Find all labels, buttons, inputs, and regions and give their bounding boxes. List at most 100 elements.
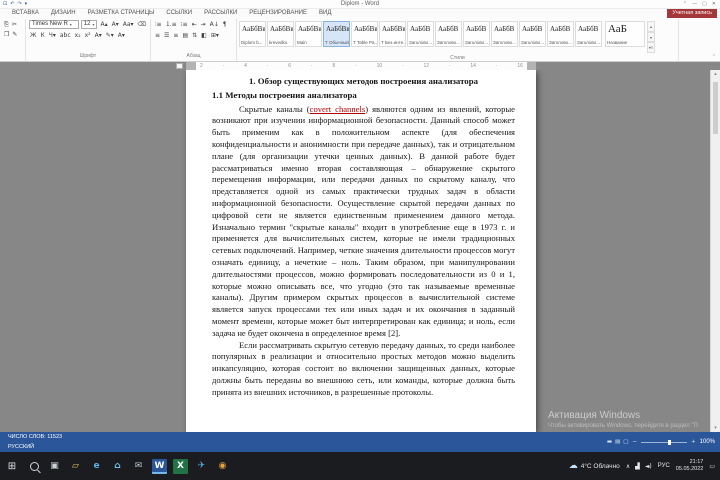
underline-button[interactable]: Ч▾ xyxy=(48,31,57,40)
save-button[interactable]: ⊡ xyxy=(3,0,7,8)
style-tile[interactable]: АаБбВвГ, Т Table Pa... xyxy=(351,21,378,47)
ribbon-tab[interactable]: ДИЗАЙН xyxy=(45,8,82,19)
mail-icon[interactable]: ✉ xyxy=(131,459,146,474)
align-left-button[interactable]: ≡ xyxy=(154,31,161,40)
change-case-button[interactable]: Аа▾ xyxy=(122,20,135,29)
edge-icon[interactable]: e xyxy=(89,459,104,474)
file-explorer-icon[interactable]: ▱ xyxy=(68,459,83,474)
zoom-slider-thumb[interactable] xyxy=(667,439,671,445)
redo-button[interactable]: ↷ xyxy=(17,0,21,8)
align-right-button[interactable]: ≡ xyxy=(172,31,179,40)
web-layout-button[interactable]: ▢ xyxy=(623,438,628,446)
style-gallery-down-button[interactable]: ▾ xyxy=(647,31,655,43)
sort-button[interactable]: А↓ xyxy=(209,20,220,29)
style-gallery-up-button[interactable]: ▴ xyxy=(647,21,655,32)
highlight-button[interactable]: ✎▾ xyxy=(105,31,115,40)
borders-button[interactable]: ⊞▾ xyxy=(210,31,220,40)
show-marks-button[interactable]: ¶ xyxy=(222,20,228,29)
style-tile[interactable]: АаБбВв Main xyxy=(295,21,322,47)
ribbon-tab[interactable]: РЕЦЕНЗИРОВАНИЕ xyxy=(243,8,313,19)
format-painter-icon[interactable]: ✎ xyxy=(11,30,18,39)
style-gallery-more-button[interactable]: ▾≡ xyxy=(647,42,655,54)
style-tile[interactable]: АаБбВ Заголово... xyxy=(575,21,602,47)
zoom-slider[interactable] xyxy=(641,439,688,445)
style-tile[interactable]: АаБбВ Заголово... xyxy=(463,21,490,47)
style-tile[interactable]: АаБбВ Заголово... xyxy=(491,21,518,47)
collapse-ribbon-button[interactable]: ⌃ xyxy=(712,54,716,60)
line-spacing-button[interactable]: ⇅ xyxy=(191,31,198,40)
style-tile[interactable]: АаБбВвГ, Т Без инте... xyxy=(379,21,406,47)
italic-button[interactable]: К xyxy=(39,31,45,40)
volume-icon[interactable]: ◄) xyxy=(645,463,652,470)
strikethrough-button[interactable]: abc xyxy=(59,31,72,40)
document-page[interactable]: 1. Обзор существующих методов построения… xyxy=(186,70,536,432)
grow-font-button[interactable]: А▴ xyxy=(99,20,108,29)
paste-icon[interactable]: ⎘ xyxy=(3,20,10,29)
scroll-up-icon[interactable]: ▴ xyxy=(711,70,720,78)
account-button[interactable]: Учетная запись xyxy=(667,9,717,18)
ribbon-tab[interactable]: ВСТАВКА xyxy=(6,8,45,19)
zoom-level[interactable]: 100% xyxy=(700,439,715,445)
vertical-scrollbar[interactable]: ▴ ▾ xyxy=(710,70,720,432)
superscript-button[interactable]: х² xyxy=(84,31,92,40)
minimize-button[interactable]: — xyxy=(692,1,697,7)
zoom-out-button[interactable]: − xyxy=(632,438,637,446)
language-switcher[interactable]: РУС xyxy=(658,463,670,469)
restore-button[interactable]: ▢ xyxy=(702,1,707,7)
excel-icon[interactable]: X xyxy=(173,458,188,474)
read-mode-button[interactable]: ▬ xyxy=(607,438,612,446)
bullets-button[interactable]: ∶≡ xyxy=(154,20,163,29)
ribbon-display-options-button[interactable]: ⌃ xyxy=(683,1,687,7)
decrease-indent-button[interactable]: ⇤ xyxy=(191,20,198,29)
close-button[interactable]: ✕ xyxy=(712,1,716,7)
style-tile[interactable]: АаБбВ Заголово... xyxy=(407,21,434,47)
taskbar-clock[interactable]: 21:17 05.05.2022 xyxy=(676,459,704,473)
ribbon-tab[interactable]: ССЫЛКИ xyxy=(160,8,198,19)
style-tile[interactable]: АаБбВвГ Diplom b... xyxy=(239,21,266,47)
style-tile[interactable]: АаБбВ Заголово... xyxy=(519,21,546,47)
style-tile[interactable]: АаБбВв krevedko xyxy=(267,21,294,47)
ribbon-tab[interactable]: ВИД xyxy=(313,8,337,19)
start-button[interactable]: ⊞ xyxy=(0,461,24,472)
action-center-button[interactable]: ▭ xyxy=(709,463,715,470)
undo-button[interactable]: ↶ xyxy=(10,0,14,8)
align-center-button[interactable]: ☰ xyxy=(163,31,170,40)
telegram-icon[interactable]: ✈ xyxy=(194,459,209,474)
numbering-button[interactable]: ⒈≡ xyxy=(165,20,178,29)
search-button[interactable] xyxy=(24,461,44,471)
style-tile[interactable]: АаБбВвГ, Т Обычный xyxy=(323,21,350,47)
browser-icon[interactable]: ◉ xyxy=(215,459,230,474)
text-effects-button[interactable]: А▾ xyxy=(94,31,103,40)
style-tile[interactable]: АаБбВ Заголово... xyxy=(435,21,462,47)
task-view-button[interactable]: ▣ xyxy=(47,459,62,474)
clear-formatting-button[interactable]: ⌫ xyxy=(137,20,147,29)
network-icon[interactable]: ▟ xyxy=(635,463,640,470)
covert-channels-link[interactable]: covert channels xyxy=(310,104,366,114)
subscript-button[interactable]: х₂ xyxy=(74,31,82,40)
print-layout-button[interactable]: ▤ xyxy=(615,438,620,446)
cut-icon[interactable]: ✂ xyxy=(11,20,18,29)
copy-icon[interactable]: ❐ xyxy=(3,30,10,39)
word-icon[interactable]: W xyxy=(152,458,167,474)
justify-button[interactable]: ▤ xyxy=(181,31,189,40)
shrink-font-button[interactable]: А▾ xyxy=(111,20,120,29)
tray-expand-button[interactable]: ∧ xyxy=(626,463,630,470)
font-name-combobox[interactable]: Times New R ▾ xyxy=(29,20,79,29)
ribbon-tab[interactable]: РАЗМЕТКА СТРАНИЦЫ xyxy=(82,8,161,19)
store-icon[interactable]: ⌂ xyxy=(110,459,125,474)
zoom-in-button[interactable]: + xyxy=(691,438,696,446)
style-tile[interactable]: АаБбВ Заголово... xyxy=(547,21,574,47)
tab-stop-selector[interactable] xyxy=(176,63,183,69)
bold-button[interactable]: Ж xyxy=(29,31,37,40)
ribbon-tab[interactable]: РАССЫЛКИ xyxy=(198,8,243,19)
weather-widget[interactable]: ☁ 4°C Облачно xyxy=(569,461,620,471)
style-tile-title[interactable]: АаБ Название xyxy=(605,21,645,47)
scroll-down-icon[interactable]: ▾ xyxy=(711,424,720,432)
shading-button[interactable]: ◧ xyxy=(200,31,208,40)
font-size-combobox[interactable]: 12 ▾ xyxy=(80,20,98,29)
increase-indent-button[interactable]: ⇥ xyxy=(200,20,207,29)
qat-customize-button[interactable]: ▾ xyxy=(25,0,28,8)
font-color-button[interactable]: А▾ xyxy=(117,31,126,40)
scrollbar-thumb[interactable] xyxy=(713,82,718,134)
multilevel-list-button[interactable]: ⁝≡ xyxy=(180,20,189,29)
